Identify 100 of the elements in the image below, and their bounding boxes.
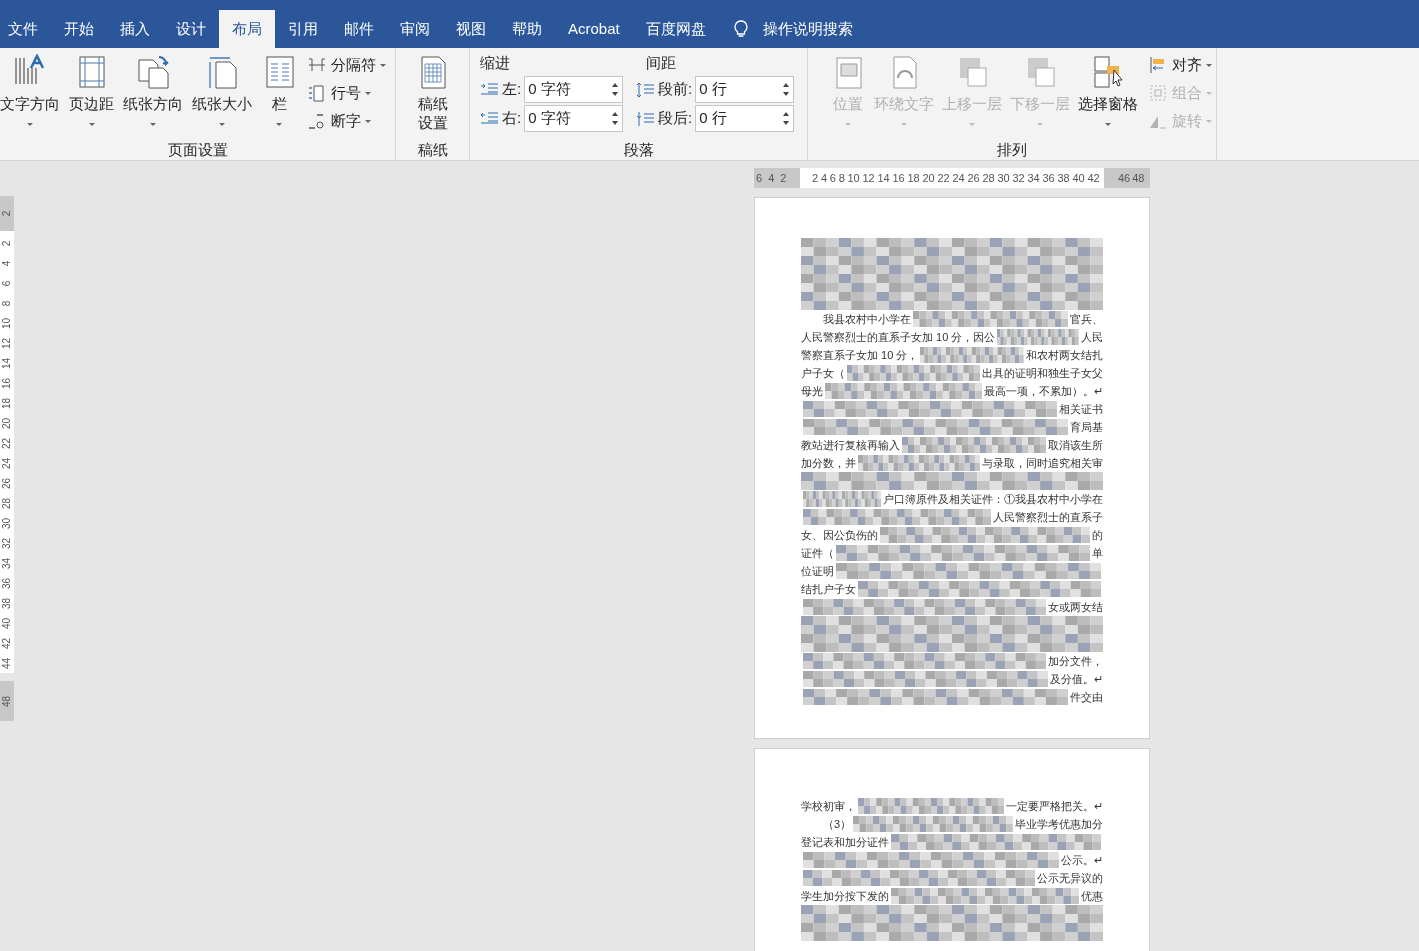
ruler-number: 2 — [812, 170, 819, 186]
spin-up-icon — [612, 83, 619, 87]
document-text: 相关证书 — [1059, 402, 1103, 417]
ribbon-tab[interactable]: 引用 — [275, 10, 331, 48]
ribbon-button[interactable]: 页边距 — [67, 54, 116, 131]
ruler-number: 28 — [0, 497, 14, 509]
caret-icon — [969, 122, 975, 126]
caret-icon — [150, 122, 156, 126]
tool-icon — [1148, 83, 1168, 103]
ruler-number: 4 — [820, 170, 827, 186]
ribbon-tab[interactable]: 插入 — [107, 10, 163, 48]
document-text: 最高一项，不累加）。↵ — [984, 384, 1103, 399]
caret-icon — [365, 119, 371, 123]
caret-icon — [1037, 122, 1043, 126]
group-label: 稿纸 — [417, 141, 448, 159]
ruler-number: 24 — [952, 170, 965, 186]
spin-down-icon — [783, 92, 790, 96]
spin-down-icon — [612, 92, 619, 96]
tell-me-search[interactable]: 操作说明搜索 — [762, 17, 853, 41]
document-text: 公示。↵ — [1061, 853, 1103, 868]
document-text: 育局基 — [1070, 420, 1103, 435]
ruler-number: 26 — [967, 170, 980, 186]
ruler-number: 14 — [877, 170, 890, 186]
caret-icon — [380, 63, 386, 67]
tool-icon — [307, 83, 327, 103]
ruler-number: 18 — [0, 397, 14, 409]
ruler-number: 14 — [0, 357, 14, 369]
ruler-number: 24 — [0, 457, 14, 469]
ruler-number: 48 — [1132, 170, 1145, 186]
caret-icon — [845, 122, 851, 126]
ruler-number: 44 — [0, 657, 14, 669]
ribbon-button[interactable]: 稿纸设置 — [412, 54, 453, 132]
document-text: 女或两女结 — [1048, 600, 1103, 615]
ruler-number: 18 — [907, 170, 920, 186]
ribbon-tab[interactable]: 审阅 — [387, 10, 443, 48]
ribbon-button[interactable]: 栏 — [259, 54, 299, 131]
ribbon-tab[interactable]: Acrobat — [555, 10, 633, 48]
document-text: 女、因公负伤的 — [801, 528, 878, 543]
spin-down-icon — [783, 121, 790, 125]
spin-field[interactable]: 0 行 — [695, 105, 795, 132]
ribbon-button[interactable]: 纸张大小 — [190, 54, 254, 131]
document-text: 人民警察烈士的直系子 — [993, 510, 1103, 525]
ruler-number: 38 — [1057, 170, 1070, 186]
ruler-number: 6 — [0, 280, 14, 286]
ribbon-tab[interactable]: 设计 — [163, 10, 219, 48]
ribbon-tab[interactable]: 百度网盘 — [632, 10, 719, 48]
caret-icon — [276, 122, 282, 126]
ruler-number: 30 — [997, 170, 1010, 186]
spin-field[interactable]: 0 字符 — [524, 105, 624, 132]
ruler-number: 20 — [0, 417, 14, 429]
ribbon-button[interactable]: 纸张方向 — [121, 54, 185, 131]
ruler-number: 4 — [768, 170, 775, 186]
document-text: 学生加分按下发的 — [801, 889, 889, 904]
ruler-number: 22 — [937, 170, 950, 186]
ruler-number: 8 — [838, 170, 845, 186]
ruler-number: 6 — [829, 170, 836, 186]
ribbon-tab[interactable]: 帮助 — [499, 10, 555, 48]
ribbon-tab[interactable]: 开始 — [51, 10, 107, 48]
ribbon-button[interactable]: 行号 — [307, 79, 386, 107]
ruler-number: 32 — [0, 537, 14, 549]
ruler-number: 22 — [0, 437, 14, 449]
document-text: 单 — [1092, 546, 1103, 561]
document-text: 件交由 — [1070, 690, 1103, 705]
field-label: 段前: — [658, 79, 693, 100]
document-text: 户口簿原件及相关证件：①我县农村中小学在 — [883, 492, 1103, 507]
ruler-number: 10 — [0, 317, 14, 329]
spin-field[interactable]: 0 字符 — [524, 76, 624, 103]
document-text: 学校初审， — [801, 799, 856, 814]
tool-icon — [307, 111, 327, 131]
caret-icon — [901, 122, 907, 126]
ruler-number: 12 — [862, 170, 875, 186]
ribbon-tab[interactable]: 文件 — [0, 10, 51, 48]
document-text: 官兵、 — [1070, 312, 1103, 327]
ruler-number: 36 — [1042, 170, 1055, 186]
ribbon-tab[interactable]: 布局 — [219, 10, 275, 48]
ribbon-button[interactable]: 文字方向 — [0, 54, 62, 131]
ruler-number: 2 — [780, 170, 787, 186]
spin-up-icon — [612, 112, 619, 116]
ribbon-button[interactable]: 断字 — [307, 107, 386, 135]
indent-icon — [636, 109, 655, 128]
ruler-number: 38 — [0, 597, 14, 609]
document-text: 人民警察烈士的直系子女加 10 分，因公 — [801, 330, 996, 345]
spin-field[interactable]: 0 行 — [695, 76, 795, 103]
field-label: 段后: — [658, 108, 693, 129]
document-text: 一定要严格把关。↵ — [1006, 799, 1103, 814]
ribbon-tab[interactable]: 视图 — [443, 10, 499, 48]
document-text: 和农村两女结扎 — [1026, 348, 1103, 363]
ribbon-tab[interactable]: 邮件 — [331, 10, 387, 48]
ruler-number: 26 — [0, 477, 14, 489]
document-text: 加分文件， — [1048, 654, 1103, 669]
ruler-number: 34 — [1027, 170, 1040, 186]
document-text: 与录取，同时追究相关审 — [982, 456, 1103, 471]
ruler-number: 6 — [756, 170, 763, 186]
group-label: 段落 — [623, 141, 654, 159]
document-text: 取消该生所 — [1048, 438, 1103, 453]
ribbon-button[interactable]: 选择窗格 — [1076, 54, 1140, 131]
ribbon-button[interactable]: 对齐 — [1148, 51, 1212, 79]
document-text: 位证明 — [801, 564, 834, 579]
field-label: 右: — [502, 108, 522, 129]
ribbon-button[interactable]: 分隔符 — [307, 51, 386, 79]
